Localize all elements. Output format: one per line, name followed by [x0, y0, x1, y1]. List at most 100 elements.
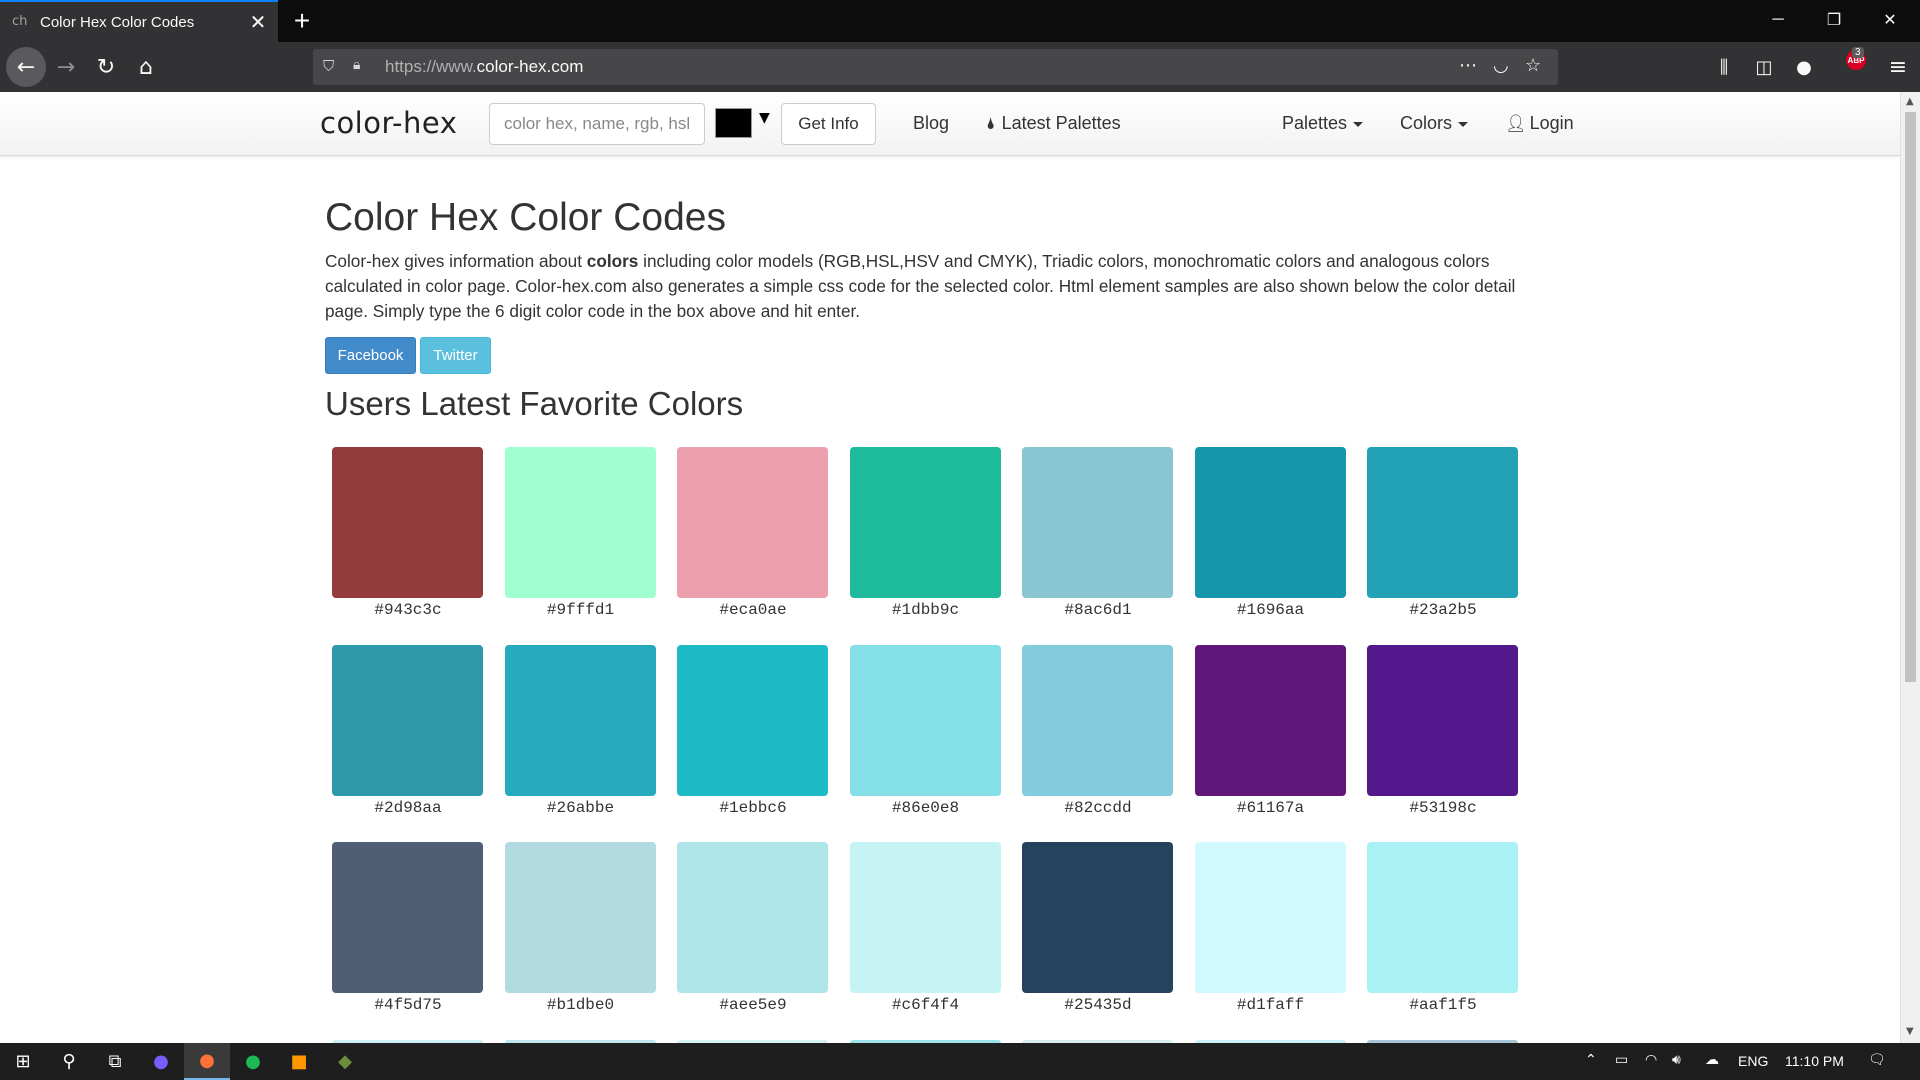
color-tile[interactable]: #aaf1f5 [1367, 842, 1519, 1014]
color-hex-code[interactable]: #26abbe [505, 799, 657, 817]
color-swatch[interactable] [332, 644, 483, 796]
minimize-window-icon[interactable]: ─ [1750, 0, 1806, 40]
color-hex-code[interactable]: #2d98aa [332, 799, 484, 817]
volume-icon[interactable]: 🔊︎ [1672, 1052, 1681, 1068]
color-tile[interactable]: #1ebbc6 [677, 644, 829, 817]
color-tile[interactable]: #b1dbe0 [504, 842, 657, 1014]
scroll-up-icon[interactable]: ▲ [1906, 96, 1914, 107]
color-swatch[interactable] [504, 644, 656, 796]
notification-center-icon[interactable]: 🗨︎ [1868, 1052, 1886, 1068]
nav-palettes-dropdown[interactable]: Palettes [1282, 113, 1364, 134]
page-scrollbar[interactable]: ▲ ▼ [1900, 92, 1920, 1043]
color-hex-code[interactable]: #23a2b5 [1367, 601, 1519, 619]
reload-icon[interactable]: ↻ [88, 49, 124, 85]
color-tile[interactable]: #c6f4f4 [849, 842, 1002, 1014]
color-hex-code[interactable]: #9fffd1 [505, 601, 657, 619]
color-tile[interactable]: #aee5e9 [677, 842, 829, 1014]
account-icon[interactable]: ● [1786, 49, 1822, 85]
onedrive-icon[interactable]: ☁ [1705, 1052, 1719, 1068]
color-tile[interactable]: #53198c [1367, 644, 1519, 817]
color-tile[interactable]: #eca0ae [677, 447, 829, 619]
get-info-button[interactable]: Get Info [781, 103, 876, 145]
library-icon[interactable]: ⫼ [1706, 49, 1742, 85]
color-tile[interactable]: #9fffd1 [504, 447, 657, 619]
color-swatch[interactable] [1022, 644, 1173, 796]
wifi-icon[interactable]: ◠ [1645, 1052, 1657, 1068]
color-hex-code[interactable]: #82ccdd [1022, 799, 1174, 817]
language-indicator[interactable]: ENG [1738, 1053, 1768, 1069]
battery-icon[interactable]: ▭ [1615, 1052, 1628, 1068]
color-swatch[interactable] [677, 447, 828, 598]
color-hex-code[interactable]: #aaf1f5 [1367, 996, 1519, 1014]
color-hex-code[interactable]: #61167a [1195, 799, 1347, 817]
color-tile[interactable]: #1dbb9c [849, 447, 1002, 619]
color-hex-code[interactable]: #aee5e9 [677, 996, 829, 1014]
firefox-icon[interactable]: ● [184, 1043, 230, 1080]
minecraft-icon[interactable]: ◆ [322, 1043, 368, 1080]
tracking-shield-icon[interactable]: ⛉ [323, 57, 334, 75]
color-tile[interactable]: #1696aa [1194, 447, 1347, 619]
forward-arrow-icon[interactable]: → [48, 49, 84, 85]
color-swatch[interactable] [1022, 842, 1173, 993]
color-swatch[interactable] [1367, 447, 1518, 598]
color-swatch[interactable] [849, 842, 1001, 993]
color-swatch[interactable] [677, 842, 828, 993]
color-swatch[interactable] [1367, 842, 1518, 993]
color-hex-code[interactable]: #1dbb9c [850, 601, 1002, 619]
color-hex-code[interactable]: #8ac6d1 [1022, 601, 1174, 619]
site-logo[interactable]: color-hex [320, 106, 457, 140]
address-bar[interactable]: ⛉ 🔒︎ https://www.color-hex.com ⋯ ◡ ☆ [313, 49, 1558, 85]
new-tab-button[interactable]: + [284, 3, 320, 39]
task-view-icon[interactable]: ⧉ [92, 1043, 138, 1080]
search-icon[interactable]: ⚲ [46, 1043, 92, 1080]
color-hex-code[interactable]: #1696aa [1195, 601, 1347, 619]
lock-icon[interactable]: 🔒︎ [353, 57, 360, 73]
pocket-icon[interactable]: ◡ [1493, 55, 1509, 76]
color-tile[interactable]: #2d98aa [332, 644, 484, 817]
color-hex-code[interactable]: #25435d [1022, 996, 1174, 1014]
color-swatch[interactable] [504, 447, 656, 598]
tab-close-icon[interactable]: ✕ [240, 4, 276, 40]
color-tile[interactable]: #8ac6d1 [1022, 447, 1174, 619]
color-hex-code[interactable]: #1ebbc6 [677, 799, 829, 817]
color-swatch[interactable] [1194, 644, 1346, 796]
color-search-input[interactable] [489, 103, 705, 145]
color-swatch[interactable] [332, 447, 483, 598]
firefox-dev-icon[interactable]: ● [138, 1043, 184, 1080]
color-hex-code[interactable]: #d1faff [1195, 996, 1347, 1014]
color-swatch[interactable] [1022, 447, 1173, 598]
color-swatch[interactable] [1367, 644, 1518, 796]
color-swatch[interactable] [849, 447, 1001, 598]
color-hex-code[interactable]: #c6f4f4 [850, 996, 1002, 1014]
home-icon[interactable]: ⌂ [128, 49, 164, 85]
color-swatch[interactable] [677, 644, 828, 796]
color-hex-code[interactable]: #943c3c [332, 601, 484, 619]
color-tile[interactable]: #d1faff [1194, 842, 1347, 1014]
color-hex-code[interactable]: #b1dbe0 [505, 996, 657, 1014]
color-swatch[interactable] [1194, 842, 1346, 993]
nav-blog-link[interactable]: Blog [913, 113, 949, 134]
browser-tab-active[interactable]: ch Color Hex Color Codes ✕ [0, 0, 278, 42]
bookmark-star-icon[interactable]: ☆ [1525, 55, 1541, 76]
color-swatch[interactable] [849, 644, 1001, 796]
clock[interactable]: 11:10 PM [1785, 1053, 1844, 1069]
sublime-text-icon[interactable]: ■ [276, 1043, 322, 1080]
back-arrow-icon[interactable]: ← [6, 47, 46, 87]
color-hex-code[interactable]: #eca0ae [677, 601, 829, 619]
windows-start-icon[interactable]: ⊞ [0, 1043, 46, 1080]
color-tile[interactable]: #943c3c [332, 447, 484, 619]
color-tile[interactable]: #4f5d75 [332, 842, 484, 1014]
page-actions-icon[interactable]: ⋯ [1459, 55, 1477, 76]
color-tile[interactable]: #86e0e8 [849, 644, 1002, 817]
color-tile[interactable]: #61167a [1194, 644, 1347, 817]
spotify-icon[interactable]: ● [230, 1043, 276, 1080]
nav-colors-dropdown[interactable]: Colors [1400, 113, 1469, 134]
close-window-icon[interactable]: ✕ [1862, 0, 1918, 40]
color-swatch[interactable] [332, 842, 483, 993]
url-text[interactable]: https://www.color-hex.com [385, 57, 583, 77]
scrollbar-thumb[interactable] [1905, 112, 1916, 682]
scroll-down-icon[interactable]: ▼ [1906, 1026, 1914, 1037]
sidebar-icon[interactable]: ◫ [1746, 49, 1782, 85]
tray-overflow-icon[interactable]: ⌃ [1585, 1052, 1597, 1068]
menu-icon[interactable]: ≡ [1880, 49, 1916, 85]
